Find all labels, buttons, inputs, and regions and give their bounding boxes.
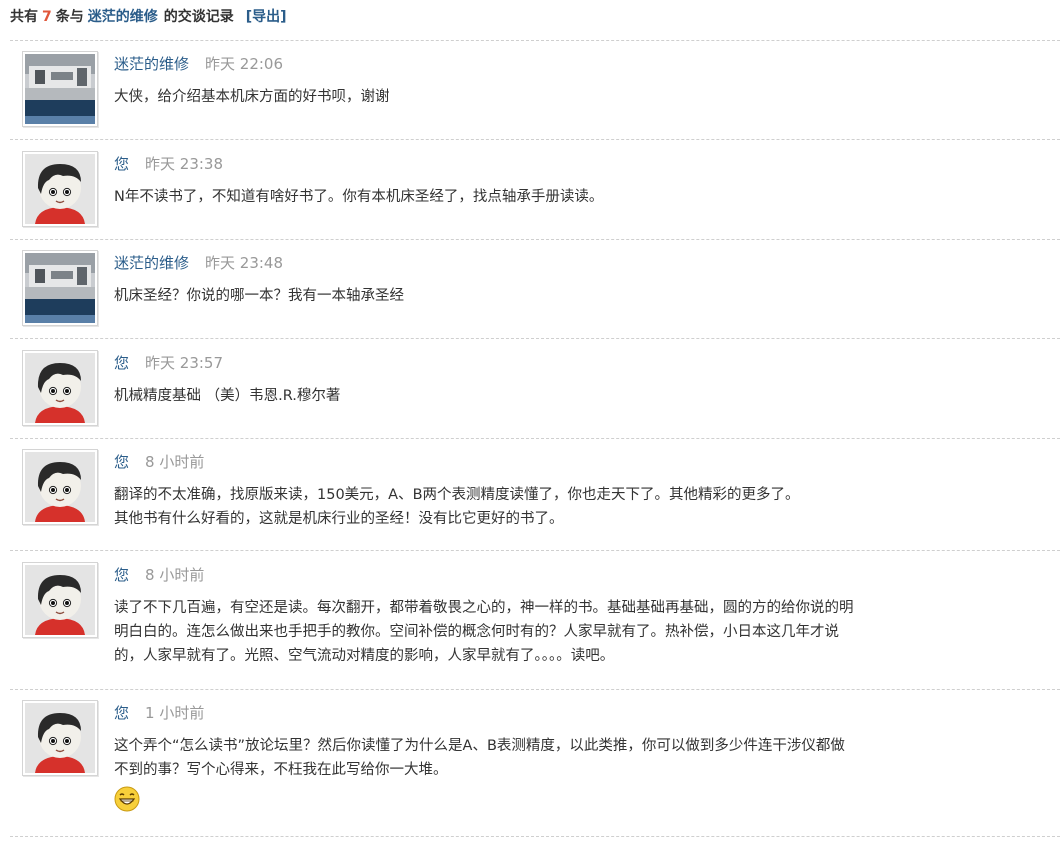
message-line: N年不读书了，不知道有啥好书了。你有本机床圣经了，找点轴承手册读读。 [114, 189, 604, 205]
summary-suffix: 的交谈记录 [163, 9, 234, 25]
message-line: 明白白的。连怎么做出来也手把手的教你。空间补偿的概念何时有的？人家早就有了。热补… [114, 624, 839, 640]
timestamp: 昨天 23:48 [205, 254, 284, 272]
message-meta: 您 8 小时前 [114, 451, 204, 473]
peer-name-link[interactable]: 迷茫的维修 [88, 9, 158, 25]
avatar[interactable] [22, 562, 98, 638]
message-text: 读了不下几百遍，有空还是读。每次翻开，都带着敬畏之心的，神一样的书。基础基础再基… [114, 596, 984, 668]
message-meta: 迷茫的维修 昨天 23:48 [114, 252, 283, 274]
conversation-summary: 共有 7 条与 迷茫的维修 的交谈记录 [导出] [10, 6, 287, 28]
message-meta: 迷茫的维修 昨天 22:06 [114, 53, 283, 75]
message-text: 大侠，给介绍基本机床方面的好书呗，谢谢 [114, 85, 984, 109]
message-text: 这个弄个“怎么读书”放论坛里？然后你读懂了为什么是A、B表测精度，以此类推，你可… [114, 734, 984, 812]
timestamp: 昨天 23:38 [145, 155, 224, 173]
cartoon-boy-icon [25, 703, 95, 773]
timestamp: 1 小时前 [145, 704, 205, 722]
message-item: 您 8 小时前 翻译的不太准确，找原版来读，150美元，A、B两个表测精度读懂了，… [0, 439, 1062, 550]
export-link[interactable]: [导出] [246, 9, 287, 25]
divider [10, 139, 1060, 140]
avatar[interactable] [22, 700, 98, 776]
author-link[interactable]: 您 [114, 354, 129, 372]
author-link[interactable]: 迷茫的维修 [114, 254, 189, 272]
cartoon-boy-icon [25, 154, 95, 224]
message-item: 迷茫的维修 昨天 22:06 大侠，给介绍基本机床方面的好书呗，谢谢 [0, 41, 1062, 139]
message-text: 机械精度基础 （美）韦恩.R.穆尔著 [114, 384, 984, 408]
message-meta: 您昨天 23:38 [114, 153, 223, 175]
author-link[interactable]: 您 [114, 155, 129, 173]
summary-prefix: 共有 [10, 9, 38, 25]
avatar[interactable] [22, 151, 98, 227]
author-link[interactable]: 您 [114, 566, 129, 584]
author-link[interactable]: 迷茫的维修 [114, 55, 189, 73]
message-line: 的，人家早就有了。光照、空气流动对精度的影响，人家早就有了。。。。读吧。 [114, 648, 615, 664]
message-item: 您 8 小时前 读了不下几百遍，有空还是读。每次翻开，都带着敬畏之心的，神一样的书… [0, 552, 1062, 688]
timestamp: 8 小时前 [145, 453, 205, 471]
avatar[interactable] [22, 350, 98, 426]
message-line: 其他书有什么好看的，这就是机床行业的圣经！没有比它更好的书了。 [114, 511, 564, 527]
divider [10, 550, 1060, 551]
message-line: 机床圣经？你说的哪一本？我有一本轴承圣经 [114, 288, 404, 304]
message-meta: 您 8 小时前 [114, 564, 204, 586]
machine-photo-icon [25, 253, 95, 323]
cartoon-boy-icon [25, 452, 95, 522]
divider [10, 338, 1060, 339]
message-meta: 您 1 小时前 [114, 702, 204, 724]
message-item: 您昨天 23:38 N年不读书了，不知道有啥好书了。你有本机床圣经了，找点轴承手… [0, 141, 1062, 239]
author-link[interactable]: 您 [114, 453, 129, 471]
grin-emoji-icon [114, 786, 140, 812]
divider [10, 836, 1060, 837]
message-line: 不到的事？写个心得来，不枉我在此写给你一大堆。 [114, 762, 448, 778]
avatar[interactable] [22, 51, 98, 127]
message-text: 机床圣经？你说的哪一本？我有一本轴承圣经 [114, 284, 984, 308]
message-item: 迷茫的维修 昨天 23:48 机床圣经？你说的哪一本？我有一本轴承圣经 [0, 240, 1062, 338]
message-item: 您 1 小时前 这个弄个“怎么读书”放论坛里？然后你读懂了为什么是A、B表测精度，… [0, 690, 1062, 836]
cartoon-boy-icon [25, 565, 95, 635]
author-link[interactable]: 您 [114, 704, 129, 722]
message-item: 您昨天 23:57 机械精度基础 （美）韦恩.R.穆尔著 [0, 340, 1062, 438]
timestamp: 昨天 23:57 [145, 354, 224, 372]
message-line: 大侠，给介绍基本机床方面的好书呗，谢谢 [114, 89, 390, 105]
message-meta: 您昨天 23:57 [114, 352, 223, 374]
message-line: 读了不下几百遍，有空还是读。每次翻开，都带着敬畏之心的，神一样的书。基础基础再基… [114, 600, 854, 616]
message-text: N年不读书了，不知道有啥好书了。你有本机床圣经了，找点轴承手册读读。 [114, 185, 984, 209]
timestamp: 8 小时前 [145, 566, 205, 584]
avatar[interactable] [22, 250, 98, 326]
cartoon-boy-icon [25, 353, 95, 423]
message-count: 7 [42, 9, 52, 25]
message-line: 翻译的不太准确，找原版来读，150美元，A、B两个表测精度读懂了，你也走天下了。… [114, 487, 800, 503]
summary-mid: 条与 [55, 9, 84, 25]
message-line: 机械精度基础 （美）韦恩.R.穆尔著 [114, 388, 341, 404]
message-text: 翻译的不太准确，找原版来读，150美元，A、B两个表测精度读懂了，你也走天下了。… [114, 483, 984, 531]
timestamp: 昨天 22:06 [205, 55, 284, 73]
avatar[interactable] [22, 449, 98, 525]
message-line: 这个弄个“怎么读书”放论坛里？然后你读懂了为什么是A、B表测精度，以此类推，你可… [114, 738, 845, 754]
machine-photo-icon [25, 54, 95, 124]
